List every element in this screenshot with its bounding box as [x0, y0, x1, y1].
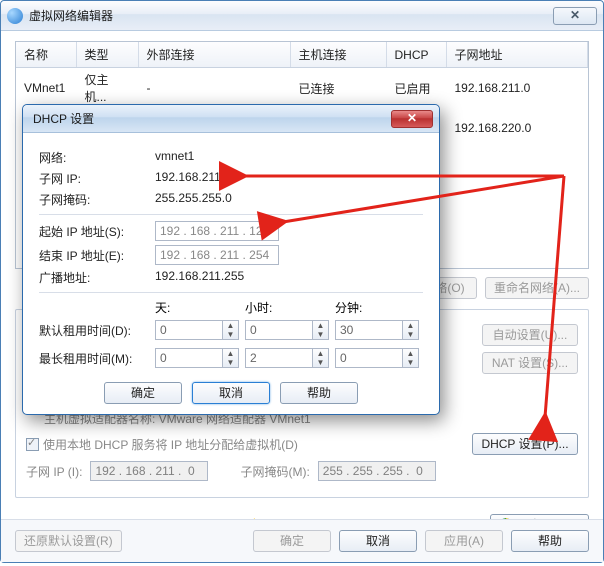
col-dhcp[interactable]: DHCP	[386, 42, 446, 68]
end-ip-input[interactable]	[155, 245, 279, 265]
dialog-ok-button[interactable]: 确定	[104, 382, 182, 404]
subnet-mask-input	[318, 461, 436, 481]
subnet-mask-value: 255.255.255.0	[155, 191, 232, 208]
network-value: vmnet1	[155, 149, 194, 166]
max-days-stepper[interactable]: ▲▼	[155, 348, 239, 368]
dhcp-settings-dialog: DHCP 设置 ✕ 网络:vmnet1 子网 IP:192.168.211.0 …	[22, 104, 440, 415]
dhcp-checkbox-label: 使用本地 DHCP 服务将 IP 地址分配给虚拟机(D)	[43, 436, 298, 453]
subnet-mask-label: 子网掩码:	[39, 191, 155, 208]
main-footer: 还原默认设置(R) 确定 取消 应用(A) 帮助	[1, 519, 603, 562]
dialog-cancel-button[interactable]: 取消	[192, 382, 270, 404]
ok-button: 确定	[253, 530, 331, 552]
dhcp-checkbox	[26, 438, 39, 451]
cancel-button[interactable]: 取消	[339, 530, 417, 552]
auto-settings-button: 自动设置(U)...	[482, 324, 578, 346]
subnet-ip-input	[90, 461, 208, 481]
dhcp-settings-button[interactable]: DHCP 设置(P)...	[472, 433, 578, 455]
col-name[interactable]: 名称	[16, 42, 76, 68]
end-ip-label: 结束 IP 地址(E):	[39, 247, 155, 264]
default-days-stepper[interactable]: ▲▼	[155, 320, 239, 340]
rename-network-button: 重命名网络(A)...	[485, 277, 589, 299]
subnet-ip-value: 192.168.211.0	[155, 170, 231, 187]
col-type[interactable]: 类型	[76, 42, 138, 68]
main-titlebar: 虚拟网络编辑器 ✕	[1, 1, 603, 31]
start-ip-label: 起始 IP 地址(S):	[39, 223, 155, 240]
broadcast-label: 广播地址:	[39, 269, 155, 286]
app-icon	[7, 8, 23, 24]
max-minutes-stepper[interactable]: ▲▼	[335, 348, 419, 368]
col-subnet[interactable]: 子网地址	[446, 42, 588, 68]
main-title: 虚拟网络编辑器	[29, 7, 553, 24]
subnet-mask-label: 子网掩码(M):	[240, 463, 309, 480]
minutes-header: 分钟:	[335, 299, 362, 316]
broadcast-value: 192.168.211.255	[155, 269, 244, 286]
default-minutes-stepper[interactable]: ▲▼	[335, 320, 419, 340]
dialog-close-icon[interactable]: ✕	[391, 110, 433, 128]
default-lease-label: 默认租用时间(D):	[39, 322, 155, 339]
hours-header: 小时:	[245, 299, 335, 316]
max-hours-stepper[interactable]: ▲▼	[245, 348, 329, 368]
close-icon[interactable]: ✕	[553, 7, 597, 25]
apply-button: 应用(A)	[425, 530, 503, 552]
col-host[interactable]: 主机连接	[290, 42, 386, 68]
default-hours-stepper[interactable]: ▲▼	[245, 320, 329, 340]
dialog-titlebar: DHCP 设置 ✕	[23, 105, 439, 133]
max-lease-label: 最长租用时间(M):	[39, 350, 155, 367]
subnet-ip-label: 子网 IP:	[39, 170, 155, 187]
table-row[interactable]: VMnet1 仅主机... - 已连接 已启用 192.168.211.0	[16, 68, 588, 109]
dialog-title: DHCP 设置	[29, 110, 391, 127]
col-ext[interactable]: 外部连接	[138, 42, 290, 68]
subnet-ip-label: 子网 IP (I):	[26, 463, 82, 480]
dialog-help-button[interactable]: 帮助	[280, 382, 358, 404]
restore-defaults-button: 还原默认设置(R)	[15, 530, 122, 552]
network-label: 网络:	[39, 149, 155, 166]
help-button[interactable]: 帮助	[511, 530, 589, 552]
days-header: 天:	[155, 299, 245, 316]
nat-settings-button: NAT 设置(S)...	[482, 352, 578, 374]
start-ip-input[interactable]	[155, 221, 279, 241]
